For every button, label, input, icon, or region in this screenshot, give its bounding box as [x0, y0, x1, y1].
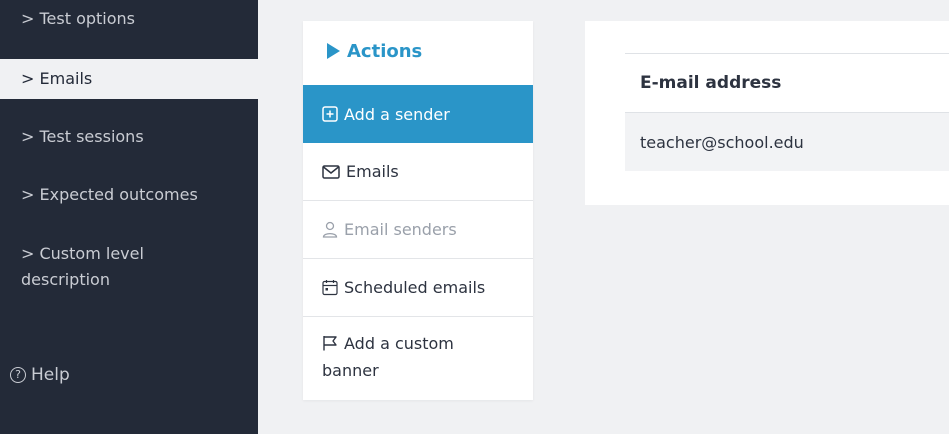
sidebar-item-test-options[interactable]: > Test options: [0, 6, 258, 32]
email-senders-action[interactable]: Email senders: [303, 201, 533, 259]
add-custom-banner-action[interactable]: Add a custom banner: [303, 317, 533, 400]
calendar-icon: [322, 279, 338, 296]
actions-title: Actions: [327, 38, 422, 64]
email-senders-card: E-mail address teacher@school.edu: [585, 21, 949, 205]
sidebar-item-label: > Emails: [21, 69, 93, 88]
help-link[interactable]: ? Help: [10, 362, 70, 388]
sidebar: > Test options > Emails > Test sessions …: [0, 0, 258, 434]
sidebar-item-label: > Test sessions: [21, 127, 144, 146]
emails-action[interactable]: Emails: [303, 143, 533, 201]
add-sender-button[interactable]: Add a sender: [303, 85, 533, 143]
user-icon: [322, 221, 338, 238]
sidebar-item-custom-level-description[interactable]: > Custom level description: [0, 241, 258, 293]
email-senders-label: Email senders: [344, 220, 457, 239]
sidebar-item-label-line2: description: [21, 270, 110, 289]
sidebar-item-expected-outcomes[interactable]: > Expected outcomes: [0, 182, 258, 208]
scheduled-emails-label: Scheduled emails: [344, 278, 486, 297]
add-sender-label: Add a sender: [344, 104, 450, 124]
column-header-email[interactable]: E-mail address: [625, 53, 949, 113]
actions-title-label: Actions: [347, 40, 423, 62]
email-cell: teacher@school.edu: [640, 132, 804, 152]
add-custom-banner-text: Add a custom banner: [322, 330, 454, 384]
question-circle-icon: ?: [10, 367, 26, 383]
emails-action-label: Emails: [346, 162, 399, 181]
add-custom-banner-label-line2: banner: [322, 361, 379, 380]
sidebar-item-label: > Expected outcomes: [21, 185, 198, 204]
play-icon: [327, 43, 340, 59]
scheduled-emails-action[interactable]: Scheduled emails: [303, 259, 533, 317]
sidebar-item-emails[interactable]: > Emails: [0, 59, 258, 99]
email-table: E-mail address teacher@school.edu: [625, 53, 949, 171]
table-row[interactable]: teacher@school.edu: [625, 113, 949, 171]
sidebar-item-label: > Test options: [21, 9, 136, 28]
actions-panel: Actions Add a sender Emails Email sender…: [303, 21, 533, 400]
sidebar-item-test-sessions[interactable]: > Test sessions: [0, 124, 258, 150]
help-label: Help: [31, 365, 70, 385]
envelope-icon: [322, 164, 340, 179]
sidebar-item-label: > Custom level: [21, 244, 144, 263]
add-custom-banner-label: Add a custom: [344, 334, 454, 353]
flag-icon: [322, 335, 338, 351]
plus-square-icon: [322, 106, 338, 122]
